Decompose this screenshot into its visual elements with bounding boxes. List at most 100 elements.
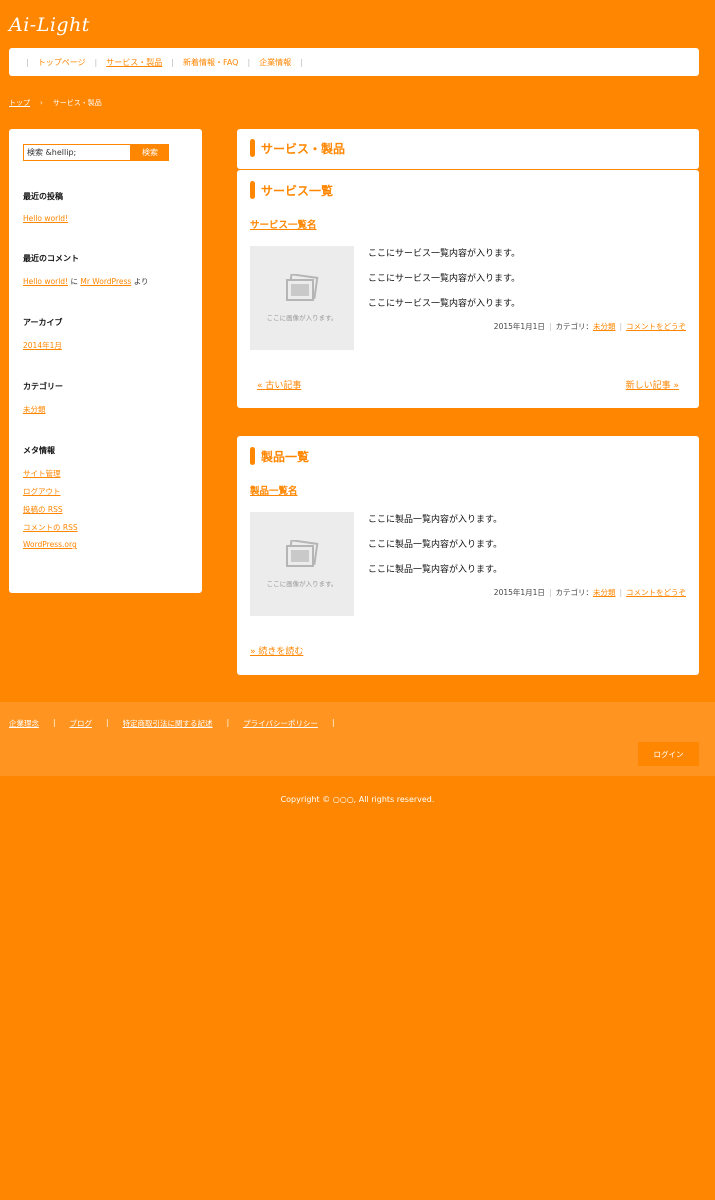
footer-link-privacy[interactable]: プライバシーポリシー (243, 718, 318, 729)
list-item: コメントの RSS (23, 522, 188, 533)
comment-author-link[interactable]: Mr WordPress (80, 277, 131, 286)
sidebar: 検索 最近の投稿 Hello world! 最近のコメント Hello worl… (9, 129, 202, 593)
read-more-link[interactable]: » 続きを読む (250, 644, 303, 657)
nav-link-news[interactable]: 新着情報・FAQ (183, 57, 239, 68)
meta-link-wordpress[interactable]: WordPress.org (23, 540, 77, 549)
list-item: ログアウト (23, 486, 188, 497)
list-item: Hello world! に Mr WordPress より (23, 276, 188, 287)
post-date: 2015年1月1日 (493, 322, 545, 331)
widget-categories: カテゴリー 未分類 (23, 381, 188, 415)
category-link[interactable]: 未分類 (593, 587, 616, 598)
heading-marker (250, 447, 255, 465)
comment-post-link[interactable]: Hello world! (23, 277, 68, 286)
post-body: ここにサービス一覧内容が入ります。 ここにサービス一覧内容が入ります。 ここにサ… (368, 246, 686, 350)
thumbnail-caption: ここに画像が入ります。 (266, 314, 338, 322)
footer: 企業理念 | ブログ | 特定商取引法に関する記述 | プライバシーポリシー |… (0, 702, 715, 776)
nav-item-services[interactable]: サービス・製品 (106, 57, 162, 68)
page-heading: サービス・製品 (250, 139, 686, 157)
meta-separator: | (548, 588, 552, 597)
meta-link-admin[interactable]: サイト管理 (23, 469, 61, 478)
search-input[interactable] (23, 144, 131, 161)
post-body: ここに製品一覧内容が入ります。 ここに製品一覧内容が入ります。 ここに製品一覧内… (368, 512, 686, 616)
nav-item-company[interactable]: 企業情報 (259, 57, 291, 68)
widget-archives: アーカイブ 2014年1月 (23, 317, 188, 351)
archive-link[interactable]: 2014年1月 (23, 341, 62, 350)
list-item: 2014年1月 (23, 340, 188, 351)
section-title: 製品一覧 (261, 449, 310, 464)
widget-recent-comments: 最近のコメント Hello world! に Mr WordPress より (23, 253, 188, 287)
category-label: カテゴリ： (555, 588, 593, 597)
post-text: ここに製品一覧内容が入ります。 (368, 540, 503, 550)
products-panel: 製品一覧 製品一覧名 ここに画像が入ります。 ここに製品一覧内容が入ります。 こ… (237, 436, 699, 675)
read-more-row: » 続きを読む (250, 644, 686, 657)
post-text: ここに製品一覧内容が入ります。 (368, 515, 503, 525)
meta-separator: | (619, 588, 622, 597)
thumbnail-placeholder[interactable]: ここに画像が入ります。 (250, 246, 354, 350)
category-link[interactable]: 未分類 (23, 405, 46, 414)
widget-title: アーカイブ (23, 318, 63, 327)
search-button[interactable]: 検索 (131, 144, 169, 161)
nav-separator: | (94, 57, 98, 67)
heading-marker (250, 139, 255, 157)
newer-posts-link[interactable]: 新しい記事 » (626, 378, 679, 391)
search-form: 検索 (23, 144, 188, 161)
category-link[interactable]: 未分類 (593, 321, 616, 332)
post-title-link[interactable]: サービス一覧名 (250, 220, 317, 231)
pagination: « 古い記事 新しい記事 » (250, 378, 686, 391)
post-date: 2015年1月1日 (493, 588, 545, 597)
post-text: ここに製品一覧内容が入ります。 (368, 565, 503, 575)
meta-separator: | (619, 322, 622, 331)
services-heading: サービス一覧 (250, 181, 686, 199)
nav-item-news[interactable]: 新着情報・FAQ (183, 57, 239, 68)
footer-link-commerce-law[interactable]: 特定商取引法に関する記述 (123, 718, 213, 729)
footer-separator: | (226, 718, 230, 727)
post-title-link[interactable]: 製品一覧名 (250, 486, 298, 497)
list-item: WordPress.org (23, 540, 188, 549)
global-nav: | トップページ | サービス・製品 | 新着情報・FAQ | 企業情報 | (9, 48, 699, 76)
meta-link-logout[interactable]: ログアウト (23, 487, 61, 496)
copyright: Copyright © ○○○, All rights reserved. (280, 795, 435, 804)
nav-link-services[interactable]: サービス・製品 (106, 57, 162, 68)
footer-separator: | (53, 718, 56, 727)
recent-post-link[interactable]: Hello world! (23, 214, 68, 223)
page-title: サービス・製品 (261, 141, 346, 156)
nav-separator: | (247, 57, 251, 67)
list-item: 投稿の RSS (23, 504, 188, 515)
nav-link-top[interactable]: トップページ (38, 57, 86, 68)
nav-separator: | (300, 57, 303, 67)
older-posts-link[interactable]: « 古い記事 (257, 378, 301, 391)
nav-separator: | (26, 57, 29, 67)
category-label: カテゴリ： (555, 322, 593, 331)
list-item: サイト管理 (23, 468, 188, 479)
footer-separator: | (106, 718, 109, 727)
widget-recent-posts: 最近の投稿 Hello world! (23, 191, 188, 223)
nav-item-top[interactable]: トップページ (38, 57, 86, 68)
footer-nav: 企業理念 | ブログ | 特定商取引法に関する記述 | プライバシーポリシー | (9, 718, 348, 729)
post-entry: ここに画像が入ります。 ここに製品一覧内容が入ります。 ここに製品一覧内容が入り… (250, 512, 686, 616)
widget-title: カテゴリー (23, 382, 63, 391)
meta-link-comments-rss[interactable]: コメントの RSS (23, 523, 78, 532)
heading-marker (250, 181, 255, 199)
widget-title: 最近のコメント (23, 254, 79, 263)
post-text: ここにサービス一覧内容が入ります。 (368, 274, 521, 284)
comment-link[interactable]: コメントをどうぞ (626, 321, 686, 332)
breadcrumb-separator: › (40, 99, 43, 107)
widget-title: メタ情報 (23, 446, 55, 455)
nav-link-company[interactable]: 企業情報 (259, 57, 291, 68)
meta-link-posts-rss[interactable]: 投稿の RSS (23, 505, 63, 514)
comment-link[interactable]: コメントをどうぞ (626, 587, 686, 598)
thumbnail-placeholder[interactable]: ここに画像が入ります。 (250, 512, 354, 616)
footer-link-blog[interactable]: ブログ (70, 718, 93, 729)
post-meta: 2015年1月1日 | カテゴリ： 未分類 | コメントをどうぞ (368, 587, 686, 598)
breadcrumb-home-link[interactable]: トップ (9, 98, 30, 108)
login-button[interactable]: ログイン (638, 742, 699, 766)
image-placeholder-icon (286, 274, 319, 301)
list-item: 未分類 (23, 404, 188, 415)
site-title[interactable]: Ai-Light (9, 14, 90, 36)
list-item: Hello world! (23, 214, 188, 223)
thumbnail-caption: ここに画像が入ります。 (266, 580, 338, 588)
footer-link-philosophy[interactable]: 企業理念 (9, 718, 39, 729)
footer-separator: | (331, 718, 335, 727)
post-text: ここにサービス一覧内容が入ります。 (368, 249, 521, 259)
comment-suffix: より (133, 277, 149, 286)
